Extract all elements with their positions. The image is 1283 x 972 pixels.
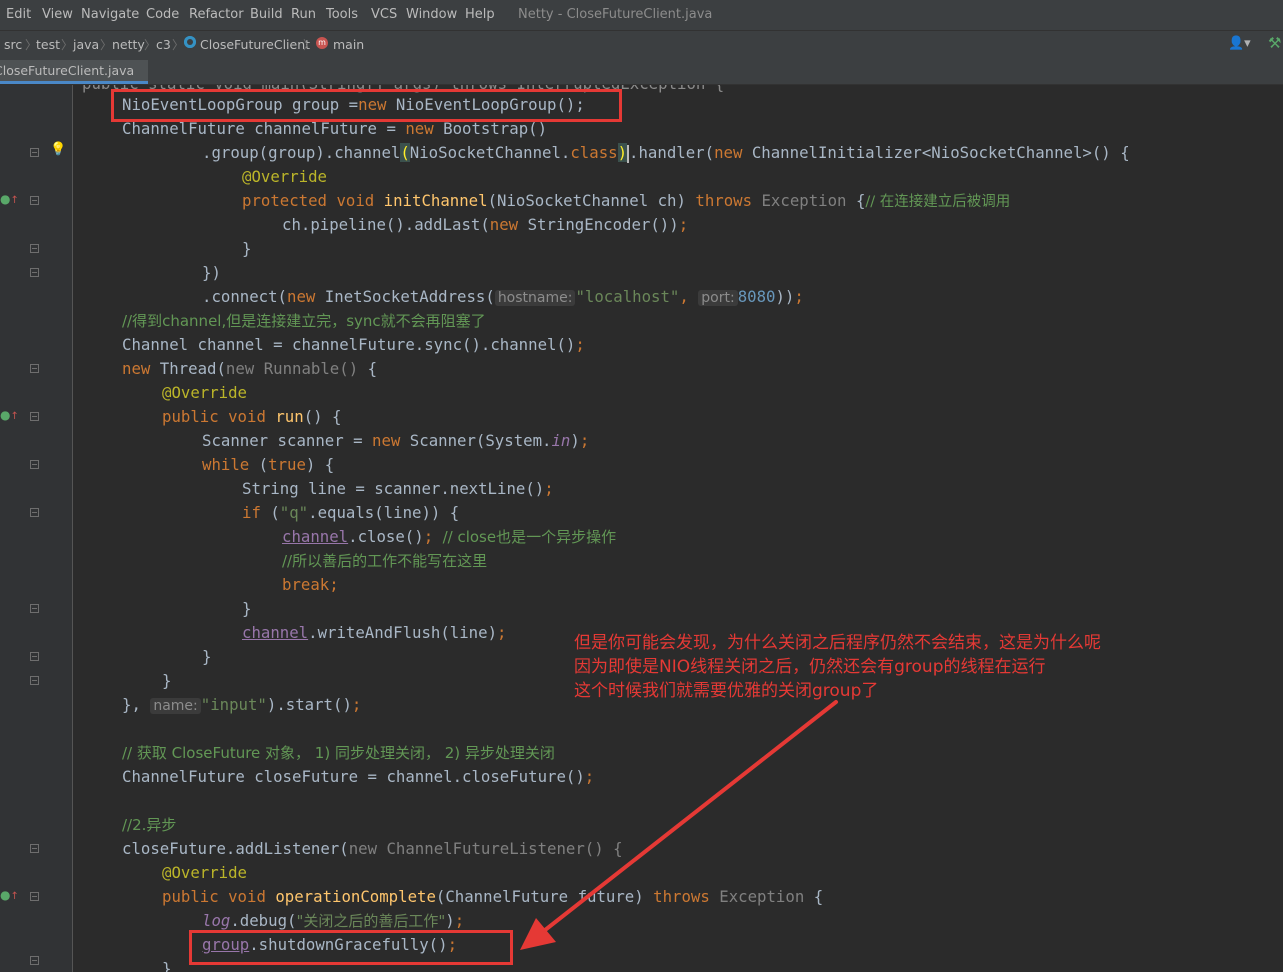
arrow-icon <box>520 700 838 950</box>
